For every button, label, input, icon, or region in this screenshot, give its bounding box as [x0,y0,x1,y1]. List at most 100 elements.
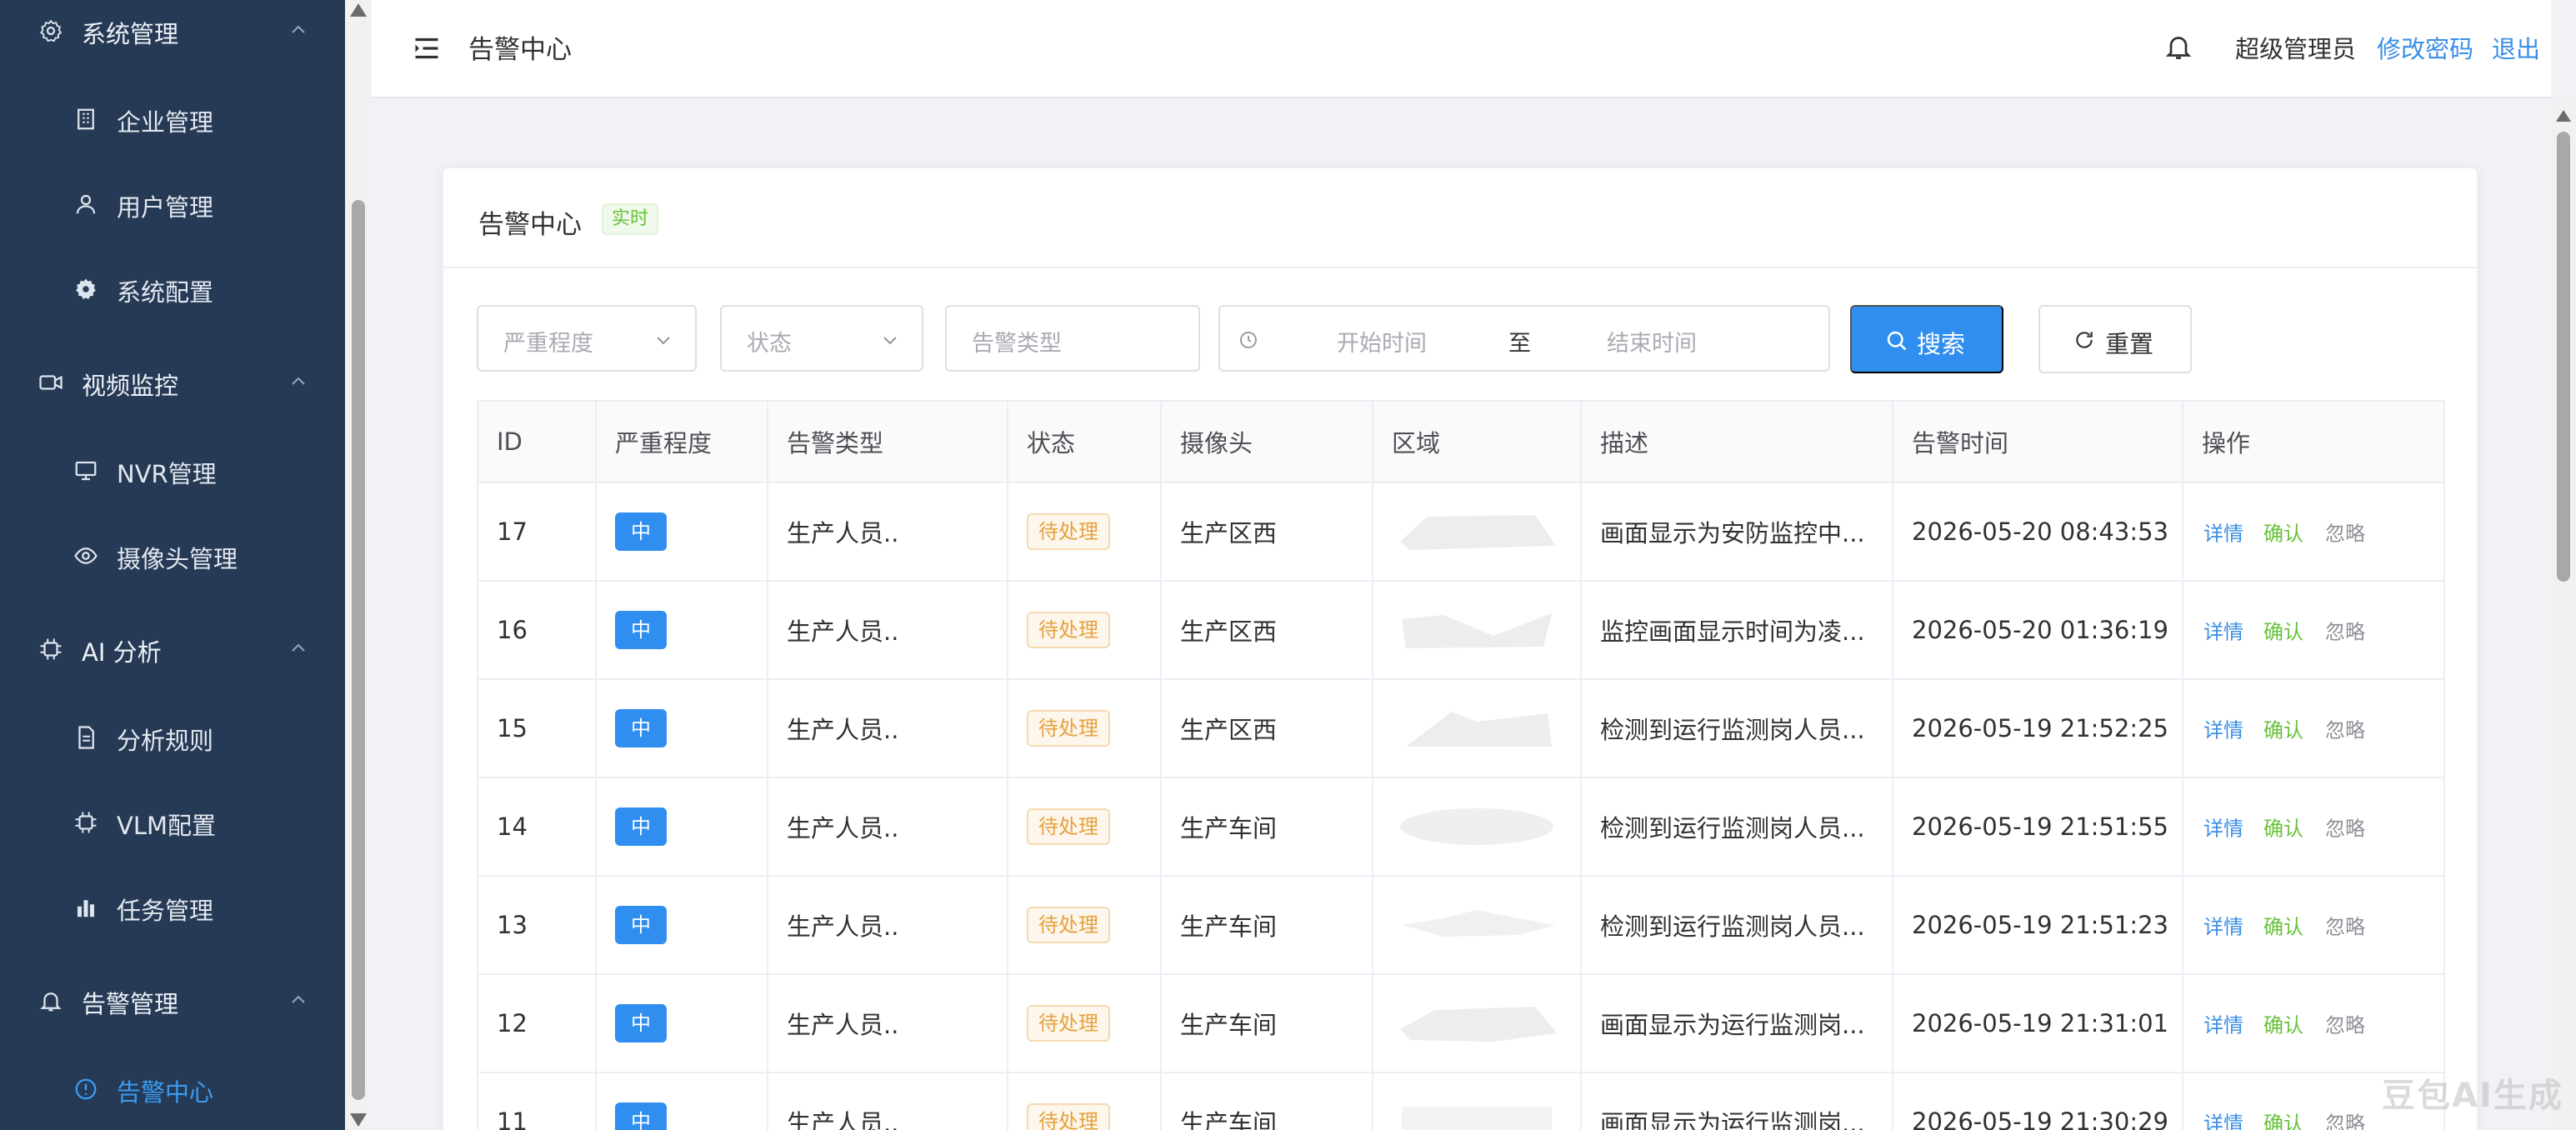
column-header[interactable]: 区域 [1392,424,1440,459]
column-header[interactable]: 告警类型 [787,424,883,459]
severity-tag: 中 [615,611,667,649]
info-circle-icon [75,1078,97,1100]
table-row[interactable]: 17 中 生产人员.. 待处理 生产区西 画面显示为安防监控中... 2026-… [477,483,2445,582]
chevron-down-icon [657,337,670,345]
sidebar-item-nvr[interactable]: NVR管理 [0,440,345,500]
table-row[interactable]: 12 中 生产人员.. 待处理 生产车间 画面显示为运行监测岗... 2026-… [477,975,2445,1073]
column-header[interactable]: 状态 [1027,424,1075,459]
scrollbar-thumb[interactable] [352,200,365,1100]
menu-group-label: 视频监控 [82,372,179,400]
confirm-link[interactable]: 确认 [2263,1108,2303,1130]
ignore-link[interactable]: 忽略 [2325,714,2365,743]
menu-fold-icon[interactable] [412,33,442,63]
column-header[interactable]: 告警时间 [1912,424,2008,459]
chevron-up-icon [292,643,305,652]
sidebar-item-users[interactable]: 用户管理 [0,173,345,233]
status-tag: 待处理 [1027,710,1110,747]
status-placeholder: 状态 [747,331,792,357]
confirm-link[interactable]: 确认 [2263,1009,2303,1038]
camera-name: 生产车间 [1180,1109,1278,1130]
confirm-link[interactable]: 确认 [2263,518,2303,547]
column-header[interactable]: 摄像头 [1180,424,1253,459]
table-row[interactable]: 16 中 生产人员.. 待处理 生产区西 监控画面显示时间为凌... 2026-… [477,582,2445,680]
chip-icon [40,638,62,660]
table-row[interactable]: 15 中 生产人员.. 待处理 生产区西 检测到运行监测岗人员... 2026-… [477,680,2445,778]
camera-name: 生产区西 [1180,618,1278,646]
card-header: 告警中心 实时 [443,168,2477,268]
area-blurred-image [1402,910,1556,937]
ignore-link[interactable]: 忽略 [2325,518,2365,547]
detail-link[interactable]: 详情 [2203,1009,2243,1038]
scroll-down-arrow[interactable] [350,1113,367,1127]
alarm-time: 2026-05-20 08:43:53 [1912,518,2168,546]
start-time-input[interactable]: 开始时间 [1337,325,1427,358]
menu-group-ai[interactable]: AI 分析 [0,618,345,678]
status-tag: 待处理 [1027,808,1110,845]
severity-select[interactable]: 严重程度 [477,305,697,372]
column-header[interactable]: 描述 [1600,424,1648,459]
ignore-link[interactable]: 忽略 [2325,812,2365,842]
confirm-link[interactable]: 确认 [2263,911,2303,940]
scroll-up-arrow[interactable] [350,3,367,17]
menu-group-alarm[interactable]: 告警管理 [0,970,345,1030]
alarm-type-placeholder: 告警类型 [972,331,1062,357]
table-row[interactable]: 13 中 生产人员.. 待处理 生产车间 检测到运行监测岗人员... 2026-… [477,877,2445,975]
description: 检测到运行监测岗人员... [1600,912,1865,941]
detail-link[interactable]: 详情 [2203,1108,2243,1130]
sidebar-item-config[interactable]: 系统配置 [0,258,345,318]
scroll-up-arrow[interactable] [2556,110,2571,122]
table-row[interactable]: 11 中 生产人员.. 待处理 生产车间 画面显示为运行监测岗... 2026-… [477,1073,2445,1130]
alarm-time: 2026-05-19 21:51:55 [1912,812,2168,841]
ignore-link[interactable]: 忽略 [2325,911,2365,940]
sidebar-item-rules[interactable]: 分析规则 [0,707,345,767]
bell-icon[interactable] [2163,30,2193,63]
detail-link[interactable]: 详情 [2203,616,2243,645]
confirm-link[interactable]: 确认 [2263,616,2303,645]
menu-group-video[interactable]: 视频监控 [0,352,345,412]
date-range-picker[interactable]: 开始时间 至 结束时间 [1218,305,1830,372]
column-header[interactable]: ID [497,428,523,456]
status-tag: 待处理 [1027,907,1110,943]
sidebar-item-enterprise[interactable]: 企业管理 [0,88,345,148]
status-tag: 待处理 [1027,612,1110,648]
change-password-link[interactable]: 修改密码 [2377,30,2473,65]
confirm-link[interactable]: 确认 [2263,812,2303,842]
sidebar-item-cameras[interactable]: 摄像头管理 [0,525,345,585]
sidebar-item-alarm-center[interactable]: 告警中心 [0,1058,345,1118]
severity-tag: 中 [615,1102,667,1130]
reset-button[interactable]: 重置 [2038,305,2192,373]
alarm-type: 生产人员.. [787,519,899,548]
alarm-time: 2026-05-20 01:36:19 [1912,616,2168,644]
end-time-input[interactable]: 结束时间 [1607,325,1697,358]
detail-link[interactable]: 详情 [2203,518,2243,547]
ignore-link[interactable]: 忽略 [2325,616,2365,645]
menu-group-system[interactable]: 系统管理 [0,0,345,60]
table-row[interactable]: 14 中 生产人员.. 待处理 生产车间 检测到运行监测岗人员... 2026-… [477,778,2445,877]
sidebar-item-label: 企业管理 [117,108,214,137]
ignore-link[interactable]: 忽略 [2325,1009,2365,1038]
sidebar-item-vlm[interactable]: VLM配置 [0,792,345,852]
status-select[interactable]: 状态 [720,305,923,372]
detail-link[interactable]: 详情 [2203,812,2243,842]
ignore-link[interactable]: 忽略 [2325,1108,2365,1130]
bar-chart-icon [78,900,94,918]
logout-link[interactable]: 退出 [2492,30,2540,65]
search-button[interactable]: 搜索 [1850,305,2003,373]
main-scrollbar[interactable] [2551,98,2576,1130]
area-blurred-image [1406,712,1552,747]
area-blurred-image [1402,613,1552,648]
alarm-type-input[interactable]: 告警类型 [945,305,1200,372]
sidebar-scrollbar[interactable] [345,0,372,1130]
sidebar-item-tasks[interactable]: 任务管理 [0,877,345,937]
detail-link[interactable]: 详情 [2203,714,2243,743]
description: 画面显示为运行监测岗... [1600,1109,1865,1130]
status-tag: 待处理 [1027,513,1110,550]
detail-link[interactable]: 详情 [2203,911,2243,940]
search-label: 搜索 [1917,332,1966,358]
severity-tag: 中 [615,709,667,748]
confirm-link[interactable]: 确认 [2263,714,2303,743]
area-blurred-image [1402,1107,1552,1130]
scrollbar-thumb[interactable] [2557,132,2570,582]
alarm-type: 生产人员.. [787,912,899,941]
column-header[interactable]: 严重程度 [615,424,712,459]
